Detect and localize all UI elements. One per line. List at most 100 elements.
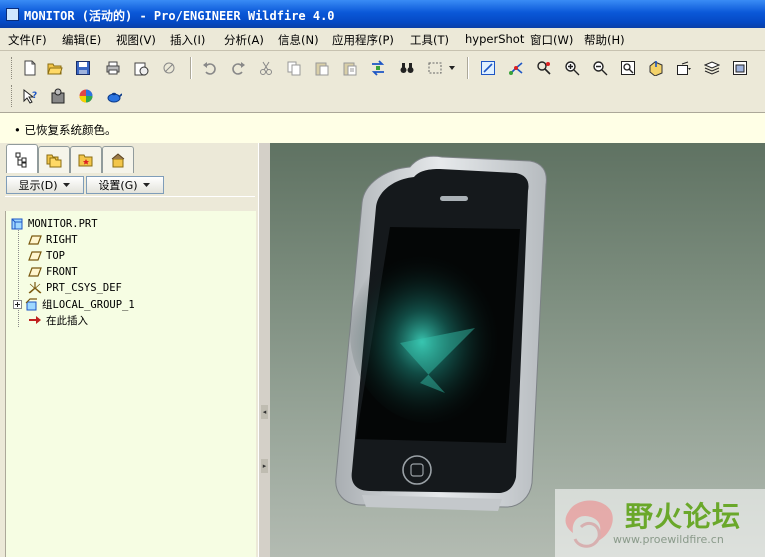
- tree-item-datum-plane[interactable]: FRONT: [28, 264, 78, 280]
- layers-button[interactable]: [701, 57, 723, 79]
- folders-icon: [46, 154, 62, 168]
- show-dropdown-button[interactable]: 显示(D): [6, 176, 84, 194]
- tree-item-datum-plane[interactable]: RIGHT: [28, 232, 78, 248]
- coordinate-system-icon: [28, 281, 42, 295]
- menu-view[interactable]: 视图(V): [116, 32, 156, 48]
- tree-item-insert-here[interactable]: 在此插入: [28, 312, 88, 328]
- menu-help[interactable]: 帮助(H): [584, 32, 625, 48]
- mail-icon: [134, 62, 149, 76]
- connections-icon: [111, 153, 125, 168]
- toolbar-separator: [467, 57, 469, 79]
- toolbar-gripper[interactable]: [11, 85, 15, 107]
- scene-button[interactable]: [103, 85, 125, 107]
- tree-item-group[interactable]: 组LOCAL_GROUP_1: [12, 296, 135, 312]
- datum-plane-icon: [28, 233, 42, 247]
- binoculars-icon: [400, 63, 414, 73]
- zoom-out-button[interactable]: [589, 57, 611, 79]
- orient-icon: [537, 61, 551, 75]
- settings-dropdown-label: 设置(G): [98, 179, 138, 192]
- tree-item-datum-plane[interactable]: TOP: [28, 248, 65, 264]
- view-manager-icon: [733, 61, 747, 75]
- zoom-in-icon: [565, 61, 580, 76]
- menu-edit[interactable]: 编辑(E): [62, 32, 101, 48]
- save-icon: [76, 61, 90, 75]
- context-help-button[interactable]: ?: [19, 85, 41, 107]
- menu-analysis[interactable]: 分析(A): [224, 32, 264, 48]
- menu-file[interactable]: 文件(F): [8, 32, 47, 48]
- redo-button[interactable]: [227, 57, 249, 79]
- copy-button[interactable]: [283, 57, 305, 79]
- select-box-button[interactable]: [424, 57, 446, 79]
- repaint-button[interactable]: [477, 57, 499, 79]
- paste-special-button[interactable]: [339, 57, 361, 79]
- chevron-down-icon: [62, 183, 70, 187]
- refit-button[interactable]: [617, 57, 639, 79]
- view-manager-button[interactable]: [729, 57, 751, 79]
- tree-item-label: FRONT: [46, 266, 78, 278]
- tree-item-label: PRT_CSYS_DEF: [46, 282, 122, 294]
- regenerate-icon: [371, 60, 385, 76]
- reorient-icon: [649, 61, 663, 76]
- watermark-text: 野火论坛: [625, 500, 742, 533]
- tree-connector-line: [18, 227, 19, 327]
- tree-item-root[interactable]: MONITOR.PRT: [10, 216, 98, 232]
- model-check-button[interactable]: [47, 85, 69, 107]
- appearance-button[interactable]: [75, 85, 97, 107]
- chevron-down-icon: [142, 183, 150, 187]
- menu-insert[interactable]: 插入(I): [170, 32, 205, 48]
- teapot-icon: [107, 92, 122, 103]
- undo-button[interactable]: [199, 57, 221, 79]
- printer-icon: [106, 61, 120, 75]
- saved-views-button[interactable]: [673, 57, 695, 79]
- select-box-dropdown[interactable]: [446, 57, 458, 79]
- tree-item-label: TOP: [46, 250, 65, 262]
- part-icon: [10, 217, 24, 231]
- save-button[interactable]: [72, 57, 94, 79]
- collapse-left-icon[interactable]: ◂: [261, 405, 268, 419]
- toolbar-separator: [190, 57, 192, 79]
- layers-icon: [704, 61, 720, 75]
- svg-text:?: ?: [32, 91, 37, 101]
- tab-favorites[interactable]: [70, 146, 102, 173]
- zoom-out-icon: [593, 61, 608, 76]
- color-sphere-icon: [79, 89, 93, 103]
- paste-button[interactable]: [311, 57, 333, 79]
- expand-right-icon[interactable]: ▸: [261, 459, 268, 473]
- orient-mode-button[interactable]: [533, 57, 555, 79]
- toolbar-gripper[interactable]: [11, 57, 15, 79]
- tab-folder-browser[interactable]: [38, 146, 70, 173]
- tab-model-tree[interactable]: [6, 144, 38, 174]
- watermark: 野火论坛 www.proewildfire.cn: [555, 489, 765, 557]
- new-file-button[interactable]: [19, 57, 41, 79]
- menu-hypershot[interactable]: hyperShot: [465, 32, 524, 46]
- tree-item-label: 在此插入: [46, 314, 88, 327]
- scissors-icon: [260, 61, 272, 75]
- send-link-button[interactable]: [158, 57, 180, 79]
- find-button[interactable]: [396, 57, 418, 79]
- tree-item-coordinate-system[interactable]: PRT_CSYS_DEF: [28, 280, 122, 296]
- menu-window[interactable]: 窗口(W): [530, 32, 573, 48]
- watermark-url: www.proewildfire.cn: [613, 533, 724, 546]
- chevron-down-icon: [449, 66, 455, 70]
- cut-button[interactable]: [255, 57, 277, 79]
- tree-column-header[interactable]: [5, 196, 255, 212]
- group-icon: [24, 297, 38, 311]
- expand-icon[interactable]: [12, 297, 22, 311]
- print-button[interactable]: [102, 57, 124, 79]
- menu-bar: 文件(F) 编辑(E) 视图(V) 插入(I) 分析(A) 信息(N) 应用程序…: [0, 28, 765, 51]
- zoom-in-button[interactable]: [561, 57, 583, 79]
- spin-center-button[interactable]: [505, 57, 527, 79]
- reorient-button[interactable]: [645, 57, 667, 79]
- menu-tools[interactable]: 工具(T): [410, 32, 449, 48]
- open-file-button[interactable]: [44, 57, 66, 79]
- settings-dropdown-button[interactable]: 设置(G): [86, 176, 164, 194]
- link-icon: [163, 62, 175, 74]
- send-mail-button[interactable]: [130, 57, 152, 79]
- regenerate-button[interactable]: [367, 57, 389, 79]
- folder-open-icon: [47, 63, 63, 75]
- tab-connections[interactable]: [102, 146, 134, 173]
- show-dropdown-label: 显示(D): [18, 179, 58, 192]
- menu-info[interactable]: 信息(N): [278, 32, 319, 48]
- menu-applications[interactable]: 应用程序(P): [332, 32, 394, 48]
- message-area: • 已恢复系统颜色。: [0, 112, 765, 144]
